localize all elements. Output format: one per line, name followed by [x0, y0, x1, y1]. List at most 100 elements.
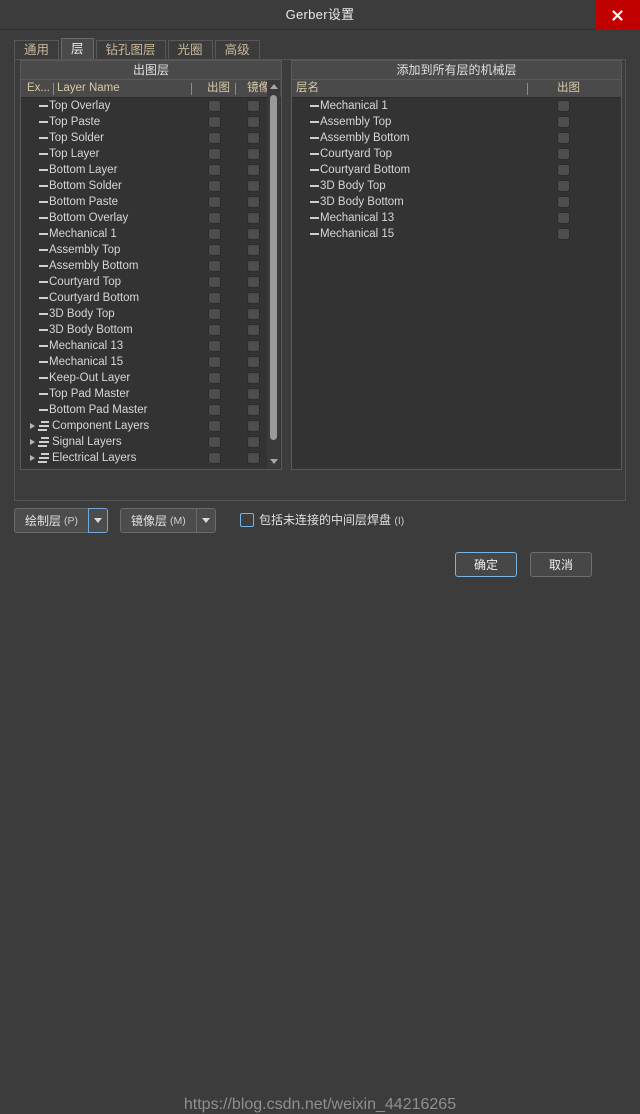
plot-layers-list[interactable]: Top Overlay Top Paste Top Solder Top Layer B… — [21, 98, 281, 469]
mirror-layers-split-button[interactable]: 镜像层 (M) — [120, 508, 216, 533]
plot-checkbox[interactable] — [208, 420, 221, 432]
column-header-extension[interactable]: Ex... — [27, 80, 50, 98]
mirror-checkbox[interactable] — [247, 452, 260, 464]
plot-layers-split-button[interactable]: 绘制层 (P) — [14, 508, 109, 533]
plot-checkbox[interactable] — [208, 180, 221, 192]
chevron-right-icon[interactable] — [30, 439, 35, 445]
plot-layers-button[interactable]: 绘制层 (P) — [14, 508, 89, 533]
table-row[interactable]: 3D Body Bottom — [292, 194, 621, 210]
checkbox-box[interactable] — [240, 512, 254, 527]
tab-3[interactable]: 光圈 — [167, 40, 213, 60]
scroll-down-button[interactable] — [267, 455, 280, 468]
mirror-checkbox[interactable] — [247, 436, 260, 448]
table-row[interactable]: Mechanical 13 — [21, 338, 281, 354]
plot-checkbox[interactable] — [208, 452, 221, 464]
table-row[interactable]: Assembly Bottom — [292, 130, 621, 146]
mirror-checkbox[interactable] — [247, 164, 260, 176]
mirror-checkbox[interactable] — [247, 196, 260, 208]
column-header-plot[interactable]: 出图 — [557, 80, 580, 98]
tab-2[interactable]: 钻孔图层 — [95, 40, 166, 60]
close-button[interactable] — [595, 0, 640, 30]
plot-checkbox[interactable] — [208, 308, 221, 320]
table-row[interactable]: Bottom Pad Master — [21, 402, 281, 418]
mirror-layers-dropdown-button[interactable] — [195, 508, 216, 533]
column-divider[interactable] — [191, 83, 192, 95]
plot-checkbox[interactable] — [208, 436, 221, 448]
tab-4[interactable]: 高级 — [214, 40, 260, 60]
plot-checkbox[interactable] — [208, 164, 221, 176]
plot-checkbox[interactable] — [208, 148, 221, 160]
plot-checkbox[interactable] — [208, 260, 221, 272]
mirror-layers-button[interactable]: 镜像层 (M) — [120, 508, 196, 533]
plot-checkbox[interactable] — [208, 340, 221, 352]
table-row[interactable]: 3D Body Top — [21, 306, 281, 322]
plot-checkbox[interactable] — [208, 244, 221, 256]
chevron-right-icon[interactable] — [30, 455, 35, 461]
plot-layers-scrollbar[interactable] — [267, 80, 280, 468]
plot-checkbox[interactable] — [557, 100, 570, 112]
mirror-checkbox[interactable] — [247, 340, 260, 352]
table-row[interactable]: Mechanical 1 — [21, 226, 281, 242]
mirror-checkbox[interactable] — [247, 116, 260, 128]
table-row[interactable]: Bottom Paste — [21, 194, 281, 210]
table-row[interactable]: Courtyard Top — [292, 146, 621, 162]
table-row[interactable]: Top Paste — [21, 114, 281, 130]
column-divider[interactable] — [235, 83, 236, 95]
plot-checkbox[interactable] — [557, 132, 570, 144]
plot-checkbox[interactable] — [208, 196, 221, 208]
mirror-checkbox[interactable] — [247, 180, 260, 192]
plot-checkbox[interactable] — [208, 212, 221, 224]
plot-checkbox[interactable] — [557, 148, 570, 160]
plot-checkbox[interactable] — [208, 372, 221, 384]
table-row[interactable]: Mechanical 1 — [292, 98, 621, 114]
mirror-checkbox[interactable] — [247, 404, 260, 416]
mirror-checkbox[interactable] — [247, 308, 260, 320]
column-header-plot[interactable]: 出图 — [207, 80, 230, 98]
table-row[interactable]: Courtyard Bottom — [21, 290, 281, 306]
table-row[interactable]: Top Overlay — [21, 98, 281, 114]
column-header-layer-name[interactable]: 层名 — [296, 80, 319, 98]
table-row[interactable]: Top Pad Master — [21, 386, 281, 402]
mirror-checkbox[interactable] — [247, 100, 260, 112]
tab-1[interactable]: 层 — [61, 38, 94, 60]
plot-checkbox[interactable] — [208, 356, 221, 368]
tab-0[interactable]: 通用 — [14, 40, 60, 60]
table-row[interactable]: Mechanical 15 — [292, 226, 621, 242]
mirror-checkbox[interactable] — [247, 356, 260, 368]
table-row[interactable]: Electrical Layers — [21, 450, 281, 466]
plot-checkbox[interactable] — [208, 100, 221, 112]
mirror-checkbox[interactable] — [247, 276, 260, 288]
cancel-button[interactable]: 取消 — [530, 552, 592, 577]
column-header-layer-name[interactable]: Layer Name — [57, 80, 120, 98]
mirror-checkbox[interactable] — [247, 212, 260, 224]
plot-checkbox[interactable] — [208, 324, 221, 336]
mirror-checkbox[interactable] — [247, 228, 260, 240]
column-divider[interactable] — [53, 83, 54, 95]
column-divider[interactable] — [527, 83, 528, 95]
mirror-checkbox[interactable] — [247, 420, 260, 432]
plot-checkbox[interactable] — [208, 388, 221, 400]
table-row[interactable]: Courtyard Bottom — [292, 162, 621, 178]
table-row[interactable]: Bottom Solder — [21, 178, 281, 194]
table-row[interactable]: Bottom Layer — [21, 162, 281, 178]
mirror-checkbox[interactable] — [247, 388, 260, 400]
plot-checkbox[interactable] — [208, 404, 221, 416]
table-row[interactable]: Keep-Out Layer — [21, 370, 281, 386]
plot-checkbox[interactable] — [557, 212, 570, 224]
mirror-checkbox[interactable] — [247, 324, 260, 336]
table-row[interactable]: Top Layer — [21, 146, 281, 162]
table-row[interactable]: Courtyard Top — [21, 274, 281, 290]
plot-checkbox[interactable] — [208, 292, 221, 304]
table-row[interactable]: Assembly Top — [21, 242, 281, 258]
table-row[interactable]: Component Layers — [21, 418, 281, 434]
plot-checkbox[interactable] — [208, 276, 221, 288]
scroll-up-button[interactable] — [267, 80, 280, 93]
table-row[interactable]: Signal Layers — [21, 434, 281, 450]
plot-layers-dropdown-button[interactable] — [88, 508, 109, 533]
table-row[interactable]: 3D Body Bottom — [21, 322, 281, 338]
mirror-checkbox[interactable] — [247, 148, 260, 160]
plot-checkbox[interactable] — [557, 164, 570, 176]
mirror-checkbox[interactable] — [247, 372, 260, 384]
table-row[interactable]: Bottom Overlay — [21, 210, 281, 226]
scrollbar-thumb[interactable] — [270, 95, 277, 440]
